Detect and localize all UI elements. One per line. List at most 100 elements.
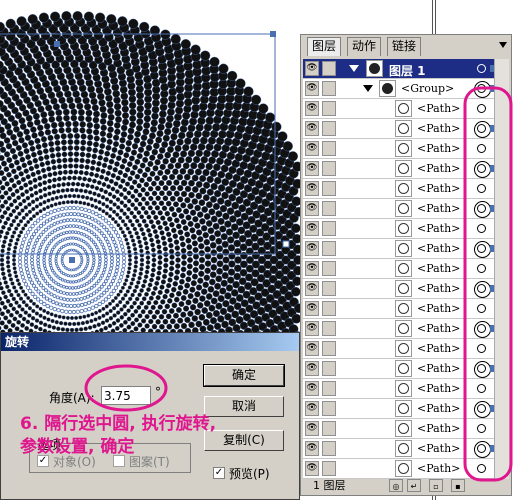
eye-icon[interactable]: 👁 — [305, 201, 319, 216]
layer-row-path[interactable]: 👁 <Path> — [303, 239, 509, 259]
eye-icon[interactable]: 👁 — [305, 401, 319, 416]
panel-menu-arrow-icon[interactable] — [499, 42, 507, 48]
eye-icon[interactable]: 👁 — [305, 221, 319, 236]
path-name[interactable]: <Path> — [417, 302, 460, 315]
group-name[interactable]: <Group> — [401, 82, 454, 95]
lock-toggle[interactable] — [322, 221, 336, 236]
eye-icon[interactable]: 👁 — [305, 341, 319, 356]
angle-input[interactable] — [101, 386, 151, 405]
target-circle-icon[interactable] — [477, 264, 486, 273]
target-circle-icon[interactable] — [477, 224, 486, 233]
target-circle-icon[interactable] — [474, 361, 491, 378]
ok-button[interactable]: 确定 — [203, 364, 285, 387]
path-name[interactable]: <Path> — [417, 142, 460, 155]
eye-icon[interactable]: 👁 — [305, 181, 319, 196]
eye-icon[interactable]: 👁 — [305, 61, 319, 76]
layer-row-path[interactable]: 👁 <Path> — [303, 459, 509, 479]
target-circle-icon[interactable] — [474, 161, 491, 178]
path-name[interactable]: <Path> — [417, 242, 460, 255]
path-name[interactable]: <Path> — [417, 462, 460, 475]
delete-layer-button[interactable]: ▪ — [451, 479, 465, 492]
eye-icon[interactable]: 👁 — [305, 101, 319, 116]
lock-toggle[interactable] — [322, 381, 336, 396]
lock-toggle[interactable] — [322, 281, 336, 296]
layer-row-path[interactable]: 👁 <Path> — [303, 179, 509, 199]
lock-toggle[interactable] — [322, 301, 336, 316]
lock-toggle[interactable] — [322, 461, 336, 476]
layer-row-path[interactable]: 👁 <Path> — [303, 339, 509, 359]
path-name[interactable]: <Path> — [417, 442, 460, 455]
lock-toggle[interactable] — [322, 181, 336, 196]
path-name[interactable]: <Path> — [417, 422, 460, 435]
path-name[interactable]: <Path> — [417, 202, 460, 215]
target-circle-icon[interactable] — [477, 144, 486, 153]
path-name[interactable]: <Path> — [417, 402, 460, 415]
target-circle-icon[interactable] — [474, 441, 491, 458]
lock-toggle[interactable] — [322, 241, 336, 256]
eye-icon[interactable]: 👁 — [305, 461, 319, 476]
lock-toggle[interactable] — [322, 141, 336, 156]
path-name[interactable]: <Path> — [417, 262, 460, 275]
layer-row-path[interactable]: 👁 <Path> — [303, 259, 509, 279]
layer-row-path[interactable]: 👁 <Path> — [303, 279, 509, 299]
preview-checkbox[interactable]: ✓ — [213, 467, 225, 479]
target-circle-icon[interactable] — [477, 304, 486, 313]
lock-toggle[interactable] — [322, 421, 336, 436]
target-circle-icon[interactable] — [477, 464, 486, 473]
lock-toggle[interactable] — [322, 201, 336, 216]
layer-row-group[interactable]: 👁 <Group> — [303, 79, 509, 99]
layer-row-path[interactable]: 👁 <Path> — [303, 439, 509, 459]
layer-row-path[interactable]: 👁 <Path> — [303, 119, 509, 139]
target-circle-icon[interactable] — [474, 401, 491, 418]
path-name[interactable]: <Path> — [417, 282, 460, 295]
lock-toggle[interactable] — [322, 161, 336, 176]
eye-icon[interactable]: 👁 — [305, 281, 319, 296]
layer-row-path[interactable]: 👁 <Path> — [303, 359, 509, 379]
lock-toggle[interactable] — [322, 321, 336, 336]
eye-icon[interactable]: 👁 — [305, 141, 319, 156]
tab-layers[interactable]: 图层 — [307, 37, 342, 56]
eye-icon[interactable]: 👁 — [305, 121, 319, 136]
target-circle-icon[interactable] — [477, 104, 486, 113]
eye-icon[interactable]: 👁 — [305, 421, 319, 436]
lock-toggle[interactable] — [322, 341, 336, 356]
tab-actions[interactable]: 动作 — [347, 37, 382, 56]
layers-scrollbar[interactable] — [494, 59, 509, 479]
target-circle-icon[interactable] — [477, 344, 486, 353]
expand-triangle-icon[interactable] — [363, 85, 373, 92]
new-sublayer-button[interactable]: ↵ — [407, 479, 421, 492]
path-name[interactable]: <Path> — [417, 122, 460, 135]
eye-icon[interactable]: 👁 — [305, 261, 319, 276]
eye-icon[interactable]: 👁 — [305, 321, 319, 336]
layer-row-path[interactable]: 👁 <Path> — [303, 319, 509, 339]
layer-row-top[interactable]: 👁 图层 1 — [303, 59, 509, 79]
lock-toggle[interactable] — [322, 101, 336, 116]
path-name[interactable]: <Path> — [417, 162, 460, 175]
layer-row-path[interactable]: 👁 <Path> — [303, 419, 509, 439]
layer-row-path[interactable]: 👁 <Path> — [303, 379, 509, 399]
target-circle-icon[interactable] — [474, 81, 491, 98]
tab-links[interactable]: 链接 — [387, 37, 422, 56]
expand-triangle-icon[interactable] — [349, 65, 359, 72]
lock-toggle[interactable] — [322, 441, 336, 456]
path-name[interactable]: <Path> — [417, 182, 460, 195]
lock-toggle[interactable] — [322, 261, 336, 276]
target-circle-icon[interactable] — [474, 121, 491, 138]
target-circle-icon[interactable] — [477, 424, 486, 433]
layer-row-path[interactable]: 👁 <Path> — [303, 139, 509, 159]
layer-row-path[interactable]: 👁 <Path> — [303, 219, 509, 239]
lock-toggle[interactable] — [322, 401, 336, 416]
layer-row-path[interactable]: 👁 <Path> — [303, 159, 509, 179]
new-layer-button[interactable]: ▫ — [429, 479, 443, 492]
path-name[interactable]: <Path> — [417, 342, 460, 355]
path-name[interactable]: <Path> — [417, 222, 460, 235]
eye-icon[interactable]: 👁 — [305, 441, 319, 456]
make-clip-mask-button[interactable]: ◎ — [389, 479, 403, 492]
eye-icon[interactable]: 👁 — [305, 241, 319, 256]
target-circle-icon[interactable] — [474, 201, 491, 218]
eye-icon[interactable]: 👁 — [305, 81, 319, 96]
eye-icon[interactable]: 👁 — [305, 161, 319, 176]
target-circle-icon[interactable] — [477, 64, 486, 73]
eye-icon[interactable]: 👁 — [305, 381, 319, 396]
eye-icon[interactable]: 👁 — [305, 301, 319, 316]
